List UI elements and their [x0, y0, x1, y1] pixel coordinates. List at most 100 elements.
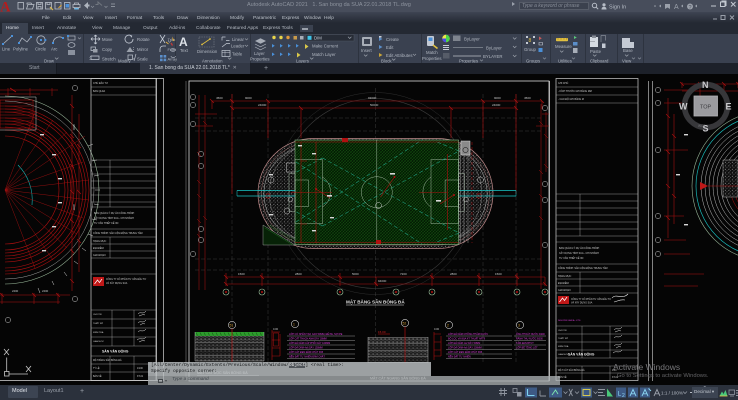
svg-text:N: N	[702, 80, 709, 90]
svg-text:24000: 24000	[492, 103, 501, 107]
svg-text:LỚP CÁT THẠCH ANH DÀY 30MM: LỚP CÁT THẠCH ANH DÀY 30MM	[289, 338, 327, 341]
svg-text:1500: 1500	[238, 272, 245, 276]
svg-text:ỐNG THOÁT NƯỚC D200: ỐNG THOÁT NƯỚC D200	[516, 333, 545, 336]
svg-text:Properties: Properties	[250, 57, 270, 62]
svg-text:51: 51	[230, 324, 234, 328]
svg-text:THIẾT KẾ: THIẾT KẾ	[93, 322, 103, 325]
svg-text:Stretch: Stretch	[102, 57, 116, 62]
svg-text:SÂN VẬN ĐỘNG: SÂN VẬN ĐỘNG	[102, 349, 129, 354]
svg-text:52: 52	[403, 322, 407, 326]
svg-text:W: W	[679, 102, 688, 112]
svg-text:9000: 9000	[245, 96, 252, 100]
svg-text:5000: 5000	[352, 272, 359, 276]
svg-text:BAN QLDA: BAN QLDA	[93, 90, 105, 93]
svg-text:93000: 93000	[368, 96, 377, 100]
svg-text:LỚP ĐÁ DĂM 1x2 DÀY 50MM: LỚP ĐÁ DĂM 1x2 DÀY 50MM	[448, 342, 480, 345]
svg-text:ĐỊA ĐIỂM:: ĐỊA ĐIỂM:	[93, 247, 104, 250]
svg-text:7200: 7200	[400, 272, 407, 276]
svg-text:Match Layer: Match Layer	[312, 52, 336, 57]
svg-text:VÀ XÂY DỰNG SUA: VÀ XÂY DỰNG SUA	[106, 282, 128, 285]
svg-text:MẶT BẰNG SÂN BÓNG ĐÁ: MẶT BẰNG SÂN BÓNG ĐÁ	[346, 298, 405, 305]
svg-text:Edit Attributes: Edit Attributes	[386, 53, 413, 58]
svg-text:ĐỊA ĐIỂM:: ĐỊA ĐIỂM:	[558, 282, 569, 285]
svg-text:NỀN ĐẤT TỰ NHIÊN: NỀN ĐẤT TỰ NHIÊN	[448, 356, 471, 359]
svg-text:BYLAYER: BYLAYER	[483, 54, 503, 59]
svg-text:KT-01: KT-01	[137, 376, 144, 378]
svg-text:CÔNG TRÌNH: SÂN VẬN ĐỘNG TRUNG: CÔNG TRÌNH: SÂN VẬN ĐỘNG TRUNG TÂM	[558, 267, 608, 270]
svg-text:WCS: WCS	[698, 124, 705, 128]
svg-text:SÂN VẬN ĐỘNG: SÂN VẬN ĐỘNG	[568, 352, 595, 357]
svg-text:0.00: 0.00	[273, 327, 279, 331]
svg-text:GIAI ĐOẠN:: GIAI ĐOẠN:	[558, 289, 571, 292]
svg-text:3200: 3200	[72, 204, 76, 211]
svg-text:CHỦ TRÌ: CHỦ TRÌ	[558, 329, 567, 332]
svg-text:DIM: DIM	[314, 36, 322, 41]
svg-text:MẶT BẰNG SÂN BÓNG ĐÁ: MẶT BẰNG SÂN BÓNG ĐÁ	[93, 359, 122, 362]
svg-text:GHI CHÚ:: GHI CHÚ:	[558, 82, 569, 85]
svg-text:Layer: Layer	[254, 51, 265, 56]
svg-text:LỚP ĐÁ DĂM 4x6 DÀY 200MM: LỚP ĐÁ DĂM 4x6 DÀY 200MM	[448, 347, 482, 350]
svg-text:BAN QUẢN LÝ DỰ ÁN CÔNG TRÌNH: BAN QUẢN LÝ DỰ ÁN CÔNG TRÌNH	[559, 247, 600, 250]
svg-text:2800: 2800	[295, 272, 302, 276]
svg-text:9000: 9000	[494, 96, 501, 100]
svg-text:Move: Move	[102, 37, 113, 42]
svg-text:XÂY DỰNG TỈNH SUA - CHI NHÁNH: XÂY DỰNG TỈNH SUA - CHI NHÁNH	[94, 217, 134, 220]
svg-text:MẶT CẮT SÂN BÓNG ĐÁ: MẶT CẮT SÂN BÓNG ĐÁ	[558, 369, 585, 372]
svg-text:1: 1	[293, 323, 295, 327]
svg-text:GIAI ĐOẠN:: GIAI ĐOẠN:	[93, 254, 106, 257]
svg-text:LỚP ĐÁ DĂM CẤP PHỐI DÀY 100MM: LỚP ĐÁ DĂM CẤP PHỐI DÀY 100MM	[289, 342, 330, 345]
svg-text:A: A	[0, 0, 11, 12]
svg-text:TỶ LỆ:: TỶ LỆ:	[93, 367, 100, 370]
svg-text:1/100: 1/100	[137, 368, 143, 370]
svg-text:Make Current: Make Current	[312, 44, 339, 49]
svg-text:Dimension: Dimension	[197, 49, 218, 54]
svg-text:15.00: 15.00	[378, 330, 386, 334]
svg-text:1:1 / 100%: 1:1 / 100%	[661, 391, 683, 396]
svg-text:BỘ LỌC VẢI ĐỊA KỸ THUẬT ART9: BỘ LỌC VẢI ĐỊA KỸ THUẬT ART9	[448, 338, 486, 341]
svg-text:LỚP CỎ NHÂN TẠO CAO 50MM, ĐẾ P: LỚP CỎ NHÂN TẠO CAO 50MM, ĐẾ PE, SỢI PE	[289, 333, 343, 336]
svg-text:BẢN VẼ:: BẢN VẼ:	[93, 375, 102, 378]
svg-text:LỚP CÁT ĐEN ĐẦM CHẶT K95: LỚP CÁT ĐEN ĐẦM CHẶT K95	[448, 351, 483, 354]
svg-text:A: A	[179, 35, 188, 49]
svg-text:CÔNG TY CỔ PHẦN TƯ VẤN ĐẦU TƯ: CÔNG TY CỔ PHẦN TƯ VẤN ĐẦU TƯ	[106, 278, 146, 281]
svg-text:Polyline: Polyline	[13, 47, 29, 52]
svg-text:TƯ VẤN THIẾT KẾ XD: TƯ VẤN THIẾT KẾ XD	[94, 222, 119, 225]
svg-text:?: ?	[689, 5, 692, 11]
svg-text:- KÍCH THƯỚC GHI BẰNG MM: - KÍCH THƯỚC GHI BẰNG MM	[558, 90, 592, 93]
svg-text:3: 3	[518, 324, 520, 328]
svg-text:Leader: Leader	[231, 44, 245, 49]
svg-text:Linear: Linear	[232, 37, 245, 42]
svg-text:LỚP CÁT ĐEN ĐẦM CHẶT K95: LỚP CÁT ĐEN ĐẦM CHẶT K95	[289, 351, 324, 354]
svg-text:Circle: Circle	[35, 47, 47, 52]
svg-text:Arc: Arc	[51, 47, 58, 52]
svg-text:Text: Text	[180, 48, 189, 53]
svg-text:ByLayer: ByLayer	[464, 37, 480, 42]
svg-text:0.00: 0.00	[434, 327, 440, 331]
svg-text:50000: 50000	[370, 103, 379, 107]
svg-text:VÀ XÂY DỰNG SUA: VÀ XÂY DỰNG SUA	[571, 302, 593, 305]
svg-text:Create: Create	[386, 37, 400, 42]
svg-text:Insert: Insert	[361, 48, 373, 53]
svg-text:Measure: Measure	[555, 44, 572, 49]
svg-text:ByLayer: ByLayer	[486, 46, 502, 51]
svg-text:2: 2	[622, 393, 625, 399]
svg-text:24000: 24000	[258, 103, 267, 107]
svg-text:1500: 1500	[495, 272, 502, 276]
svg-text:KIỂM TRA: KIỂM TRA	[93, 331, 104, 334]
svg-text:E: E	[726, 102, 732, 112]
svg-text:- CAO ĐỘ GHI BẰNG M: - CAO ĐỘ GHI BẰNG M	[558, 98, 584, 101]
svg-text:94000: 94000	[378, 279, 387, 283]
svg-text:A: A	[674, 4, 679, 11]
svg-text:CÔNG TY CỔ PHẦN TƯ VẤN ĐẦU TƯ: CÔNG TY CỔ PHẦN TƯ VẤN ĐẦU TƯ	[571, 298, 611, 301]
svg-text:8: 8	[529, 38, 532, 44]
svg-text:NỀN ĐẤT TỰ NHIÊN ĐẦM CHẶT: NỀN ĐẤT TỰ NHIÊN ĐẦM CHẶT	[289, 356, 325, 359]
svg-text:Edit: Edit	[386, 45, 394, 50]
svg-text:LỚP ĐÁ DĂM 4x6 DÀY 150MM: LỚP ĐÁ DĂM 4x6 DÀY 150MM	[289, 347, 323, 350]
svg-text:HẠNG MỤC:: HẠNG MỤC:	[93, 240, 107, 243]
svg-text:XÂY DỰNG TỈNH SUA - CHI NHÁNH: XÂY DỰNG TỈNH SUA - CHI NHÁNH	[559, 252, 599, 255]
svg-text:CÔNG TRÌNH: SÂN VẬN ĐỘNG TRUNG: CÔNG TRÌNH: SÂN VẬN ĐỘNG TRUNG TÂM	[93, 232, 143, 235]
svg-text:Paste: Paste	[590, 49, 602, 54]
svg-text:RÃNH THU NƯỚC B300: RÃNH THU NƯỚC B300	[516, 338, 543, 341]
svg-text:TẤM ĐAN BTCT: TẤM ĐAN BTCT	[516, 342, 534, 345]
svg-text:3200: 3200	[72, 124, 76, 131]
